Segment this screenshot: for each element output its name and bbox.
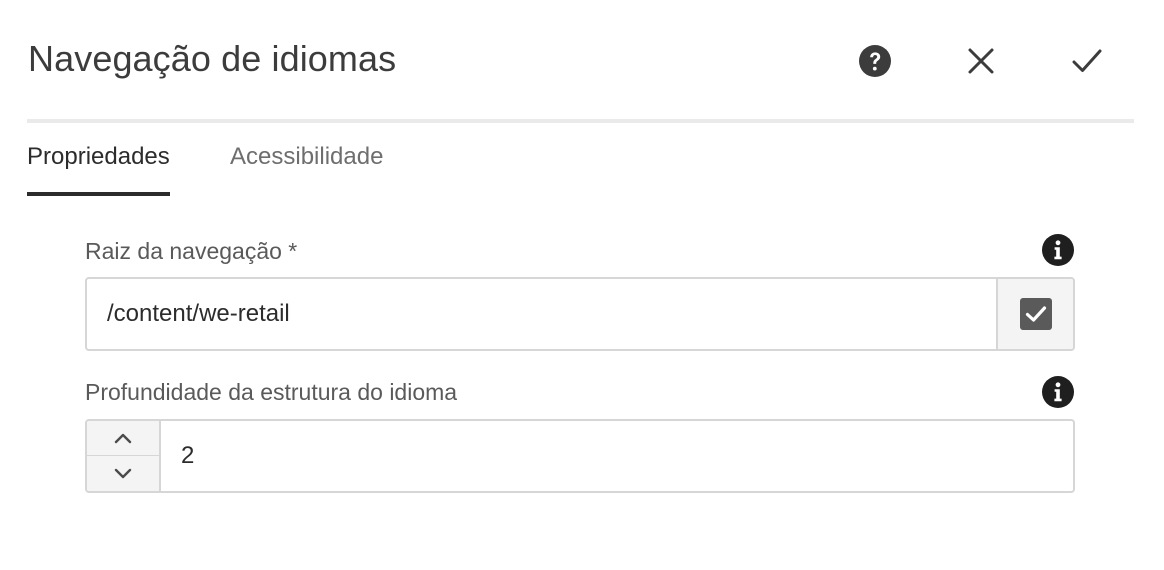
help-button[interactable] [854, 40, 896, 82]
header-divider [27, 119, 1134, 123]
path-picker-button[interactable] [996, 279, 1073, 349]
increment-button[interactable] [87, 421, 159, 456]
close-icon [968, 48, 994, 74]
tab-list: Propriedades Acessibilidade [27, 124, 627, 196]
tab-properties[interactable]: Propriedades [27, 142, 170, 196]
language-depth-numberfield [85, 419, 1075, 493]
info-icon [1042, 234, 1074, 266]
done-button[interactable] [1066, 40, 1108, 82]
chevron-up-icon [114, 433, 132, 444]
navigation-root-label: Raiz da navegação * [85, 238, 298, 264]
tab-accessibility[interactable]: Acessibilidade [230, 142, 383, 192]
decrement-button[interactable] [87, 456, 159, 491]
info-icon [1042, 376, 1074, 408]
close-button[interactable] [960, 40, 1002, 82]
dialog-header: Navegação de idiomas [28, 30, 1134, 94]
language-navigation-dialog: Navegação de idiomas Propriedades Acessi… [0, 0, 1164, 570]
language-depth-input[interactable] [161, 421, 1073, 491]
language-depth-info-button[interactable] [1041, 375, 1075, 409]
help-circle-icon [859, 45, 891, 77]
language-depth-label: Profundidade da estrutura do idioma [85, 379, 458, 405]
navigation-root-pathfield [85, 277, 1075, 351]
navigation-root-info-button[interactable] [1041, 233, 1075, 267]
checkmark-icon [1072, 49, 1102, 72]
checkbox-check-icon [1019, 298, 1052, 330]
navigation-root-input[interactable] [87, 279, 997, 349]
dialog-title: Navegação de idiomas [28, 38, 397, 79]
chevron-down-icon [114, 468, 132, 478]
number-stepper [87, 421, 161, 491]
